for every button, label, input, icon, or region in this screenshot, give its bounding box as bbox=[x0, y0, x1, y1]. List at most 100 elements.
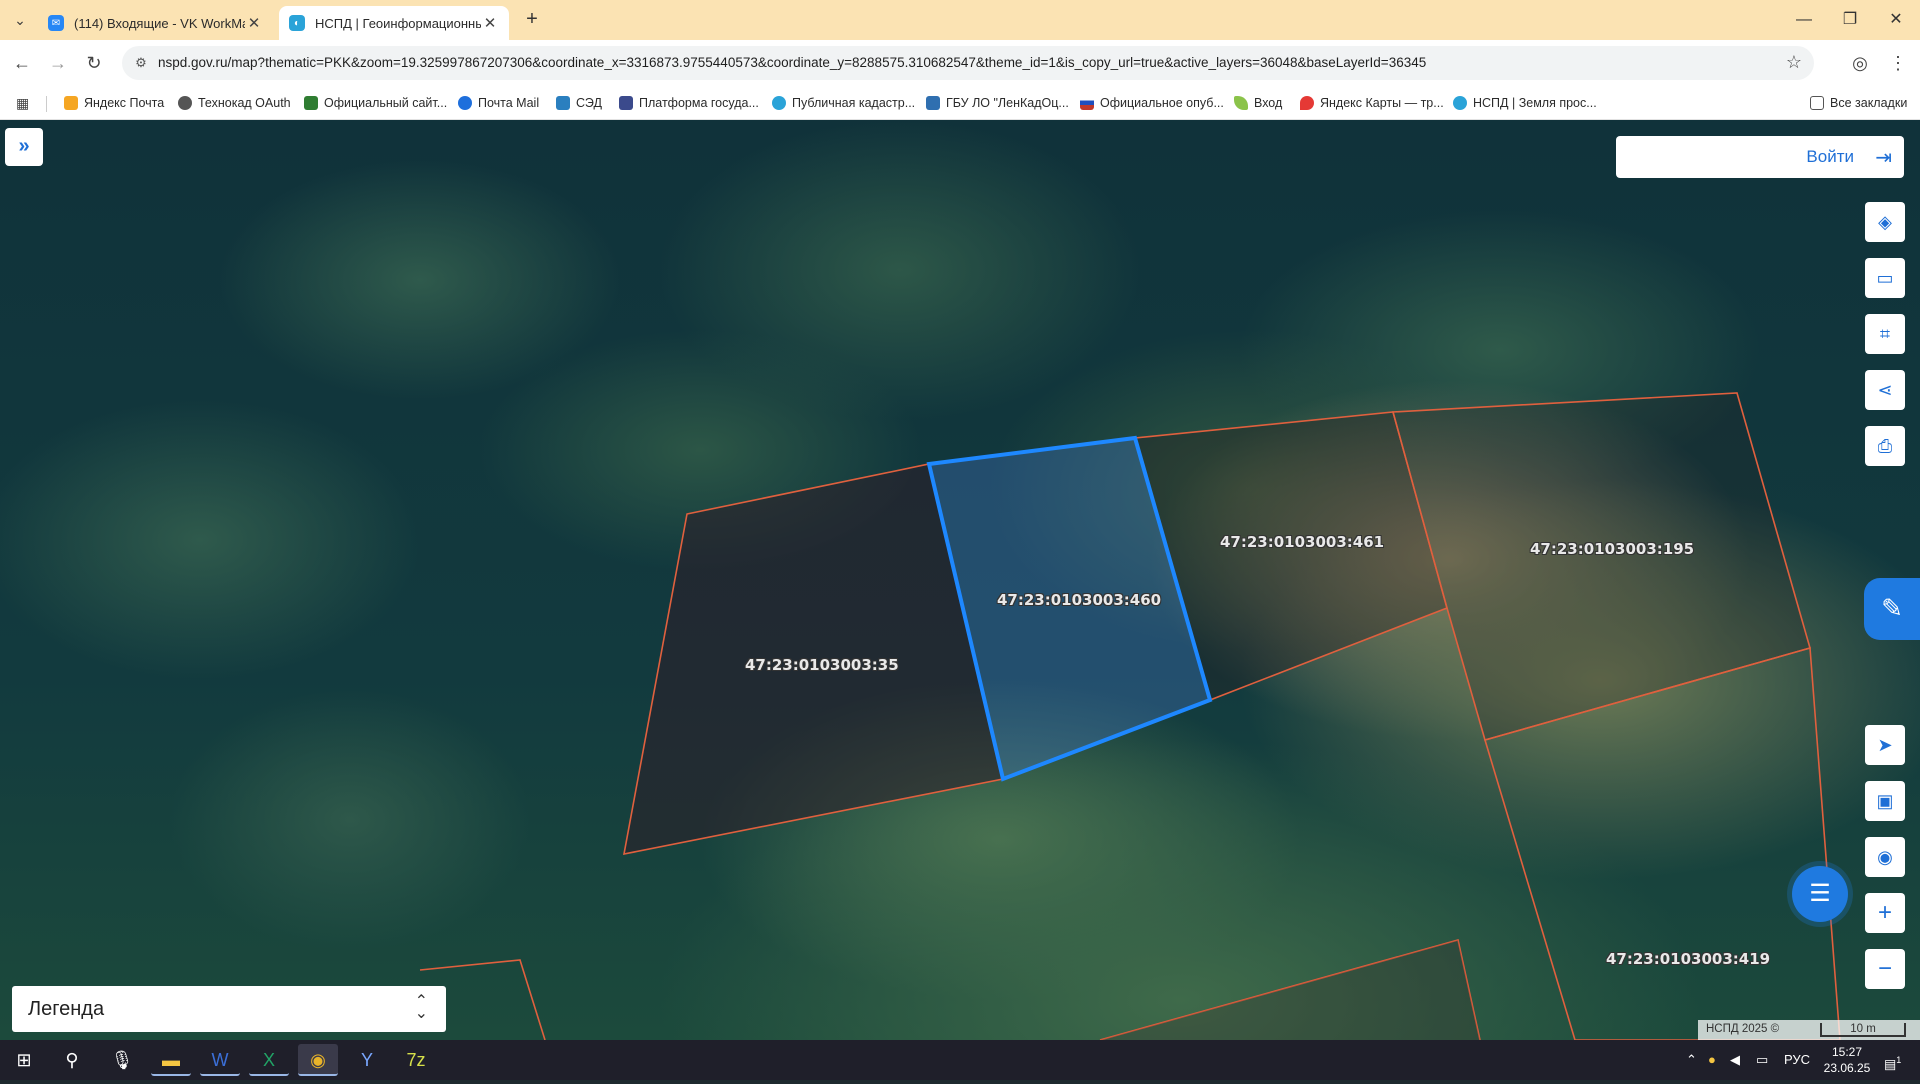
yandex-mail-icon bbox=[64, 96, 78, 110]
bookmark-item[interactable]: Вход bbox=[1234, 94, 1282, 112]
bookmark-item[interactable]: Яндекс Карты — тр... bbox=[1300, 94, 1444, 112]
feedback-button[interactable]: ✎ bbox=[1864, 578, 1920, 640]
basemap-icon: ▣ bbox=[1876, 791, 1894, 811]
tray-app-icon[interactable]: ● bbox=[1708, 1040, 1716, 1080]
basemap-button[interactable]: ▣ bbox=[1865, 781, 1905, 821]
volume-icon[interactable]: ◀ bbox=[1730, 1040, 1740, 1080]
url-text[interactable]: nspd.gov.ru/map?thematic=PKK&zoom=19.325… bbox=[158, 55, 1426, 70]
zoom-in-button[interactable]: + bbox=[1865, 893, 1905, 933]
site-settings-icon[interactable]: ⚙ bbox=[132, 54, 150, 72]
file-explorer-icon[interactable]: ▬ bbox=[151, 1044, 191, 1076]
double-chevron-right-icon: » bbox=[18, 135, 30, 157]
tray-expand-icon[interactable]: ⌃ bbox=[1686, 1040, 1697, 1080]
all-bookmarks-label: Все закладки bbox=[1830, 96, 1908, 110]
bookmark-label: Яндекс Почта bbox=[84, 96, 165, 110]
all-bookmarks[interactable]: Все закладки bbox=[1810, 94, 1907, 112]
my-location-button[interactable]: ➤ bbox=[1865, 725, 1905, 765]
gosuslugi-emblem-icon bbox=[619, 96, 633, 110]
bookmark-item[interactable]: Официальный сайт... bbox=[304, 94, 447, 112]
chat-bubble-icon: ☰ bbox=[1809, 880, 1831, 907]
area-search-button[interactable]: ⌗ bbox=[1865, 314, 1905, 354]
minimize-icon[interactable]: — bbox=[1792, 8, 1816, 32]
new-tab-button[interactable]: + bbox=[520, 8, 544, 32]
parcel-label[interactable]: 47:23:0103003:461 bbox=[1220, 533, 1384, 551]
parcel-label[interactable]: 47:23:0103003:195 bbox=[1530, 540, 1694, 558]
sed-icon bbox=[556, 96, 570, 110]
parcel-label[interactable]: 47:23:0103003:419 bbox=[1606, 950, 1770, 968]
word-icon[interactable]: W bbox=[200, 1044, 240, 1076]
layers-icon: ◈ bbox=[1878, 212, 1892, 232]
bookmark-star-icon[interactable]: ☆ bbox=[1786, 52, 1802, 73]
forward-arrow-icon[interactable]: → bbox=[46, 51, 70, 75]
excel-icon[interactable]: X bbox=[249, 1044, 289, 1076]
bookmarks-bar: ▦ Яндекс Почта Технокад OAuth Официальны… bbox=[0, 86, 1920, 120]
tab-search-chevron-icon[interactable]: ⌄ bbox=[8, 8, 32, 32]
tab-vk-workmail[interactable]: ✉ (114) Входящие - VK WorkMail ✕ bbox=[38, 6, 273, 40]
back-arrow-icon[interactable]: ← bbox=[10, 51, 34, 75]
legend-panel[interactable]: Легенда ⌃ ⌄ bbox=[12, 986, 446, 1032]
restore-icon[interactable]: ❐ bbox=[1838, 8, 1862, 32]
bookmark-label: Вход bbox=[1254, 96, 1283, 110]
bookmark-label: Почта Mail bbox=[478, 96, 540, 110]
legend-label: Легенда bbox=[28, 998, 105, 1020]
navigation-arrow-icon: ➤ bbox=[1877, 735, 1893, 755]
profile-icon[interactable]: ◎ bbox=[1848, 51, 1872, 75]
chat-button[interactable]: ☰ bbox=[1792, 866, 1848, 922]
search-icon[interactable]: ⚲ bbox=[52, 1044, 92, 1076]
windows-start-icon[interactable]: ⊞ bbox=[4, 1044, 44, 1076]
layers-button[interactable]: ◈ bbox=[1865, 202, 1905, 242]
parcel-label[interactable]: 47:23:0103003:35 bbox=[745, 656, 899, 674]
bookmarks-divider bbox=[46, 96, 47, 112]
zoom-out-button[interactable]: − bbox=[1865, 949, 1905, 989]
minus-icon: − bbox=[1877, 955, 1892, 982]
chrome-icon[interactable]: ◉ bbox=[298, 1044, 338, 1076]
7zip-icon[interactable]: 7z bbox=[396, 1044, 436, 1076]
share-button[interactable]: ⋖ bbox=[1865, 370, 1905, 410]
microphone-icon[interactable]: 🎙 bbox=[102, 1044, 142, 1076]
plus-icon: + bbox=[1877, 899, 1892, 926]
expand-panel-button[interactable]: » bbox=[5, 128, 43, 166]
mail-ru-icon bbox=[458, 96, 472, 110]
bookmark-item[interactable]: ГБУ ЛО "ЛенКадОц... bbox=[926, 94, 1069, 112]
share-icon: ⋖ bbox=[1877, 380, 1893, 400]
measure-button[interactable]: ▭ bbox=[1865, 258, 1905, 298]
notifications-icon[interactable]: ▤1 bbox=[1884, 1040, 1901, 1080]
browser-tab-bar: ⌄ ✉ (114) Входящие - VK WorkMail ✕ ◐ НСП… bbox=[0, 0, 1920, 40]
lenkadots-icon bbox=[926, 96, 940, 110]
network-icon[interactable]: ▭ bbox=[1756, 1040, 1768, 1080]
parcel-polygon-195 bbox=[1391, 392, 1811, 741]
bookmark-item[interactable]: Платформа госуда... bbox=[619, 94, 759, 112]
bookmark-item[interactable]: НСПД | Земля прос... bbox=[1453, 94, 1597, 112]
search-location-button[interactable]: ◉ bbox=[1865, 837, 1905, 877]
area-select-icon: ⌗ bbox=[1879, 324, 1891, 344]
bookmark-item[interactable]: Почта Mail bbox=[458, 94, 539, 112]
parcel-polygon-lower-right bbox=[1100, 940, 1480, 1040]
tab-nspd[interactable]: ◐ НСПД | Геоинформационный ✕ bbox=[279, 6, 509, 40]
sign-in-icon: ⇥ bbox=[1875, 147, 1892, 169]
yandex-browser-icon[interactable]: Y bbox=[347, 1044, 387, 1076]
login-button[interactable]: Войти ⇥ bbox=[1616, 136, 1904, 178]
map-attribution: НСПД 2025 © 10 m bbox=[1698, 1020, 1920, 1040]
bookmark-item[interactable]: СЭД bbox=[556, 94, 602, 112]
reload-icon[interactable]: ↻ bbox=[82, 51, 106, 75]
address-bar[interactable]: ⚙ nspd.gov.ru/map?thematic=PKK&zoom=19.3… bbox=[122, 46, 1814, 80]
close-icon[interactable]: ✕ bbox=[481, 14, 499, 32]
bookmark-label: СЭД bbox=[576, 96, 602, 110]
vk-workmail-icon: ✉ bbox=[48, 15, 64, 31]
language-indicator[interactable]: РУС bbox=[1784, 1040, 1810, 1080]
map-viewport[interactable]: 47:23:0103003:35 47:23:0103003:460 47:23… bbox=[0, 120, 1920, 1040]
close-icon[interactable]: ✕ bbox=[245, 14, 263, 32]
system-clock[interactable]: 15:27 23.06.25 bbox=[1812, 1044, 1882, 1076]
bookmark-item[interactable]: Яндекс Почта bbox=[64, 94, 164, 112]
bookmark-item[interactable]: Официальное опуб... bbox=[1080, 94, 1224, 112]
window-close-icon[interactable]: ✕ bbox=[1884, 8, 1908, 32]
notification-count: 1 bbox=[1896, 1055, 1902, 1065]
bookmark-item[interactable]: Технокад OAuth bbox=[178, 94, 291, 112]
feedback-icon: ✎ bbox=[1881, 593, 1903, 623]
apps-grid-icon[interactable]: ▦ bbox=[16, 95, 32, 111]
public-cadastral-icon bbox=[772, 96, 786, 110]
parcel-label-selected[interactable]: 47:23:0103003:460 bbox=[997, 591, 1161, 609]
browser-menu-icon[interactable]: ⋮ bbox=[1886, 51, 1910, 75]
print-button[interactable]: ⎙ bbox=[1865, 426, 1905, 466]
bookmark-item[interactable]: Публичная кадастр... bbox=[772, 94, 915, 112]
